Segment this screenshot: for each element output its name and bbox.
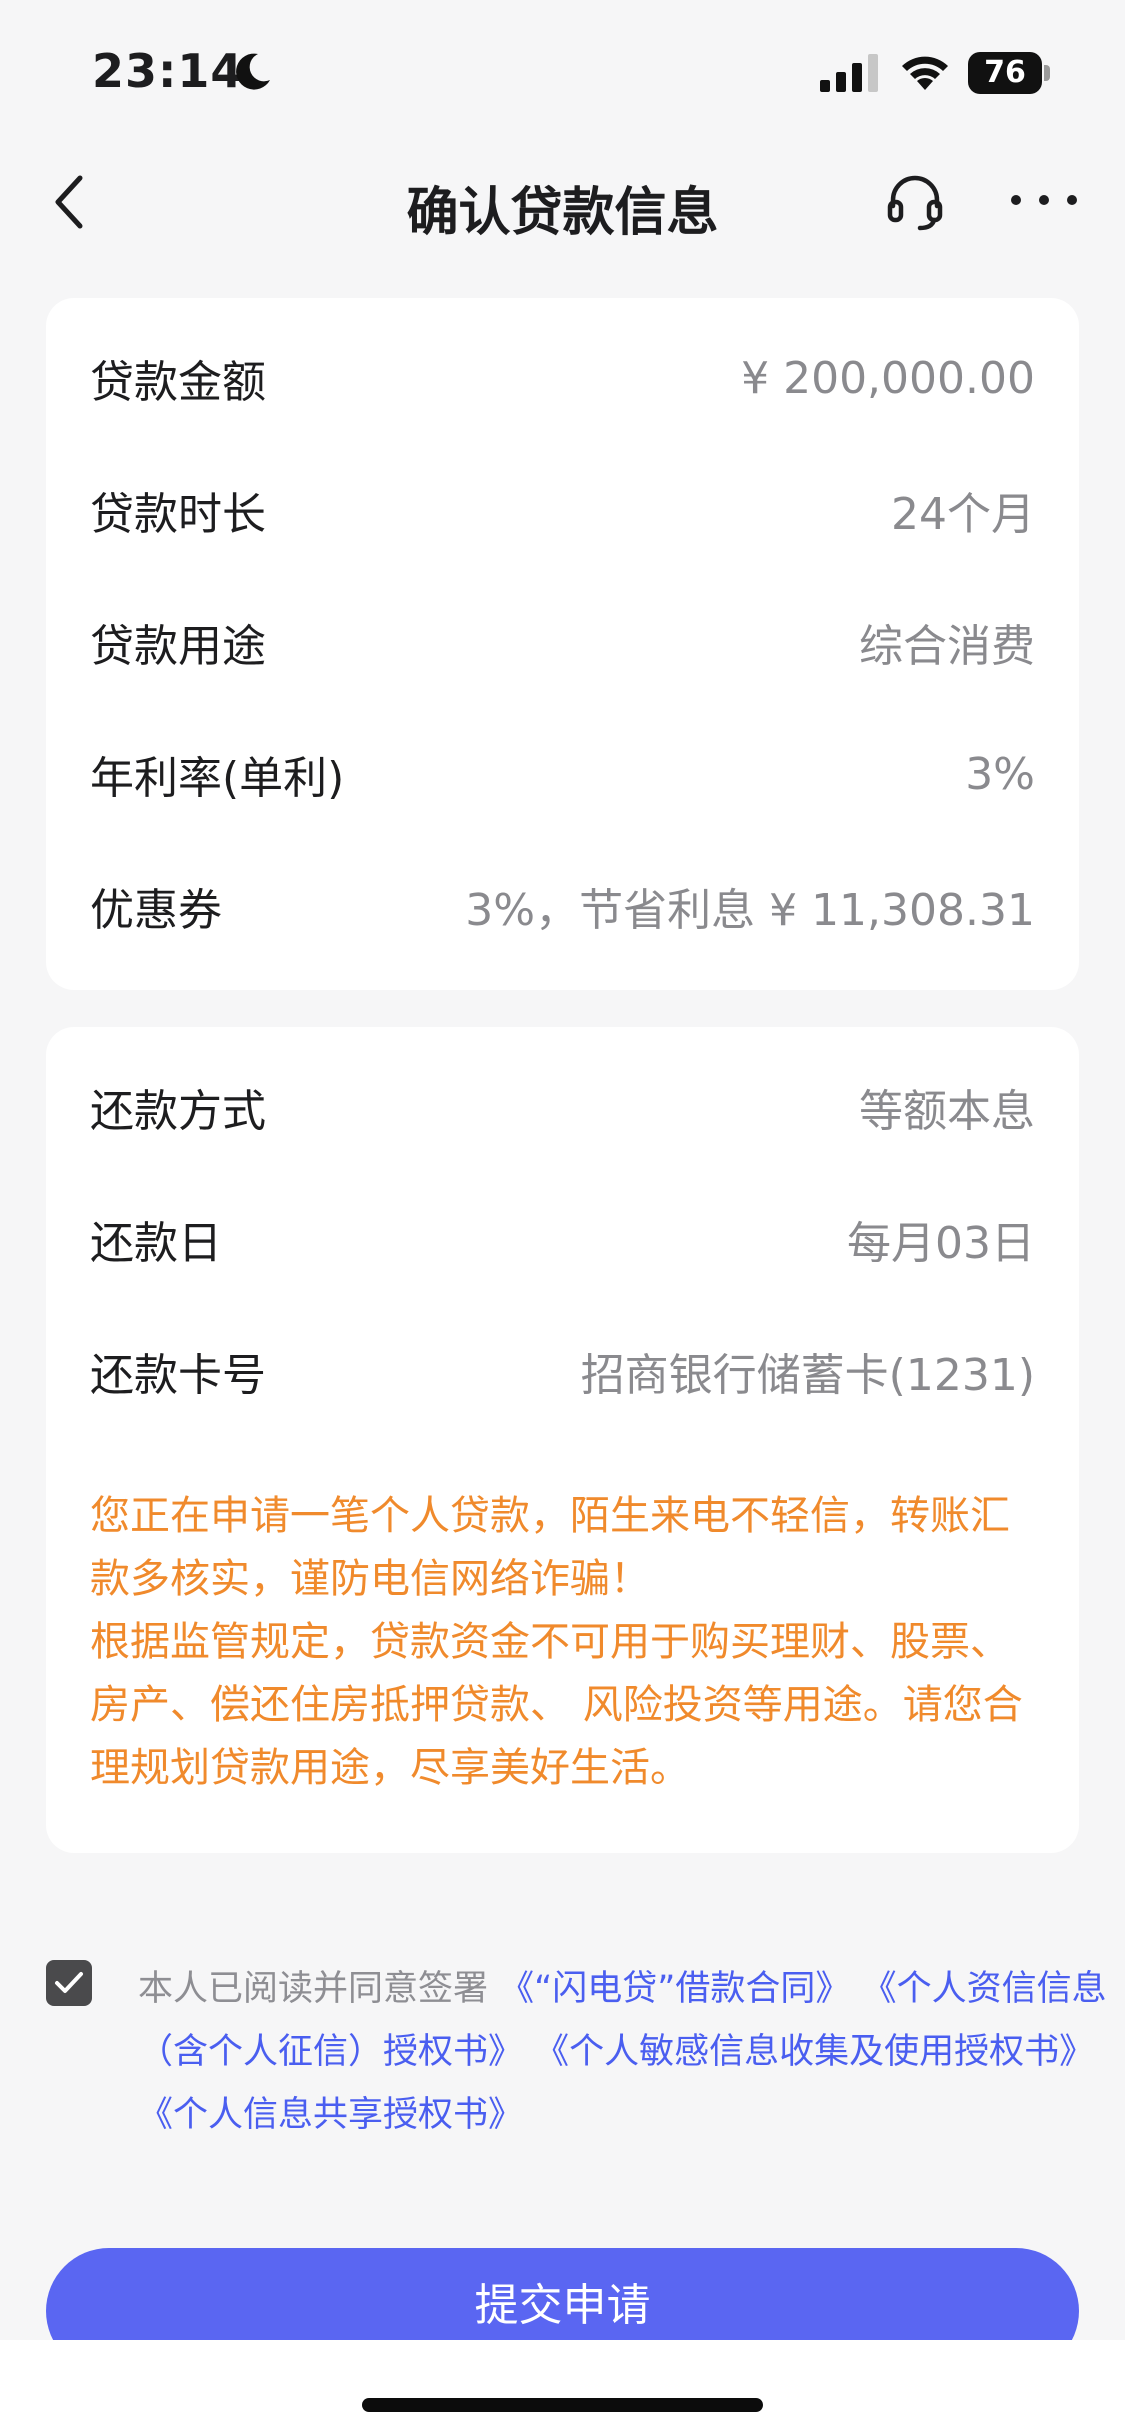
repayment-info-card: 还款方式 等额本息 还款日 每月03日 还款卡号 招商银行储蓄卡(1231) 您… bbox=[46, 1027, 1079, 1853]
interest-rate-label: 年利率(单利) bbox=[90, 753, 345, 804]
status-time: 23:14 bbox=[92, 44, 244, 98]
loan-amount-row: 贷款金额 ¥ 200,000.00 bbox=[90, 338, 1035, 418]
notice-line-2: 根据监管规定，贷款资金不可用于购买理财、股票、房产、偿还住房抵押贷款、 风险投资… bbox=[90, 1619, 1023, 1791]
repayment-card-value: 招商银行储蓄卡(1231) bbox=[580, 1350, 1035, 1401]
battery-cap bbox=[1044, 65, 1050, 81]
fraud-warning-notice: 您正在申请一笔个人贷款，陌生来电不轻信，转账汇款多核实，谨防电信网络诈骗！ 根据… bbox=[90, 1485, 1035, 1800]
coupon-value: 3%，节省利息 ¥ 11,308.31 bbox=[465, 885, 1035, 936]
loan-purpose-label: 贷款用途 bbox=[90, 621, 266, 672]
interest-rate-row: 年利率(单利) 3% bbox=[90, 734, 1035, 814]
interest-rate-value: 3% bbox=[965, 748, 1035, 800]
moon-icon bbox=[236, 53, 270, 90]
info-sharing-authorization-link[interactable]: 《个人信息共享授权书》 bbox=[138, 2095, 523, 2135]
coupon-row[interactable]: 优惠券 3%，节省利息 ¥ 11,308.31 bbox=[90, 866, 1035, 946]
loan-term-row: 贷款时长 24个月 bbox=[90, 470, 1035, 550]
loan-info-card: 贷款金额 ¥ 200,000.00 贷款时长 24个月 贷款用途 综合消费 年利… bbox=[46, 298, 1079, 990]
loan-confirm-page: 23:14 76 确认贷款信息 贷款金额 ¥ 200,000.00 贷款时长 2… bbox=[0, 0, 1125, 2435]
repayment-day-label: 还款日 bbox=[90, 1218, 222, 1269]
more-icon[interactable] bbox=[1008, 190, 1080, 210]
repayment-method-row: 还款方式 等额本息 bbox=[90, 1067, 1035, 1147]
signal-icon bbox=[820, 54, 878, 92]
agreement-prefix: 本人已阅读并同意签署 bbox=[138, 1969, 489, 2009]
loan-term-value: 24个月 bbox=[891, 489, 1035, 540]
headset-icon[interactable] bbox=[884, 170, 946, 232]
repayment-day-row: 还款日 每月03日 bbox=[90, 1199, 1035, 1279]
home-indicator-area bbox=[0, 2340, 1125, 2435]
repayment-method-value: 等额本息 bbox=[859, 1086, 1035, 1137]
sensitive-info-authorization-link[interactable]: 《个人敏感信息收集及使用授权书》 bbox=[534, 2032, 1094, 2072]
coupon-label: 优惠券 bbox=[90, 885, 222, 936]
wifi-icon bbox=[902, 56, 948, 90]
status-bar: 23:14 76 bbox=[0, 0, 1125, 140]
battery-icon: 76 bbox=[968, 52, 1050, 94]
loan-contract-link[interactable]: 《“闪电贷”借款合同》 bbox=[499, 1969, 850, 2009]
loan-purpose-value: 综合消费 bbox=[859, 621, 1035, 672]
page-title: 确认贷款信息 bbox=[406, 183, 719, 243]
loan-amount-label: 贷款金额 bbox=[90, 357, 266, 408]
loan-purpose-row: 贷款用途 综合消费 bbox=[90, 602, 1035, 682]
repayment-day-value: 每月03日 bbox=[847, 1218, 1035, 1269]
loan-term-label: 贷款时长 bbox=[90, 489, 266, 540]
loan-amount-value: ¥ 200,000.00 bbox=[741, 352, 1035, 404]
notice-line-1: 您正在申请一笔个人贷款，陌生来电不轻信，转账汇款多核实，谨防电信网络诈骗！ bbox=[90, 1493, 1010, 1602]
repayment-method-label: 还款方式 bbox=[90, 1086, 266, 1137]
agreement-checkbox[interactable] bbox=[46, 1960, 92, 2006]
checkmark-icon bbox=[55, 1972, 83, 1993]
repayment-card-label: 还款卡号 bbox=[90, 1350, 266, 1401]
nav-bar: 确认贷款信息 bbox=[0, 140, 1125, 260]
agreement-text: 本人已阅读并同意签署 《“闪电贷”借款合同》 《个人资信信息（含个人征信）授权书… bbox=[138, 1958, 1125, 2147]
battery-level: 76 bbox=[968, 52, 1042, 94]
repayment-card-row[interactable]: 还款卡号 招商银行储蓄卡(1231) bbox=[90, 1331, 1035, 1411]
home-indicator bbox=[362, 2398, 763, 2412]
